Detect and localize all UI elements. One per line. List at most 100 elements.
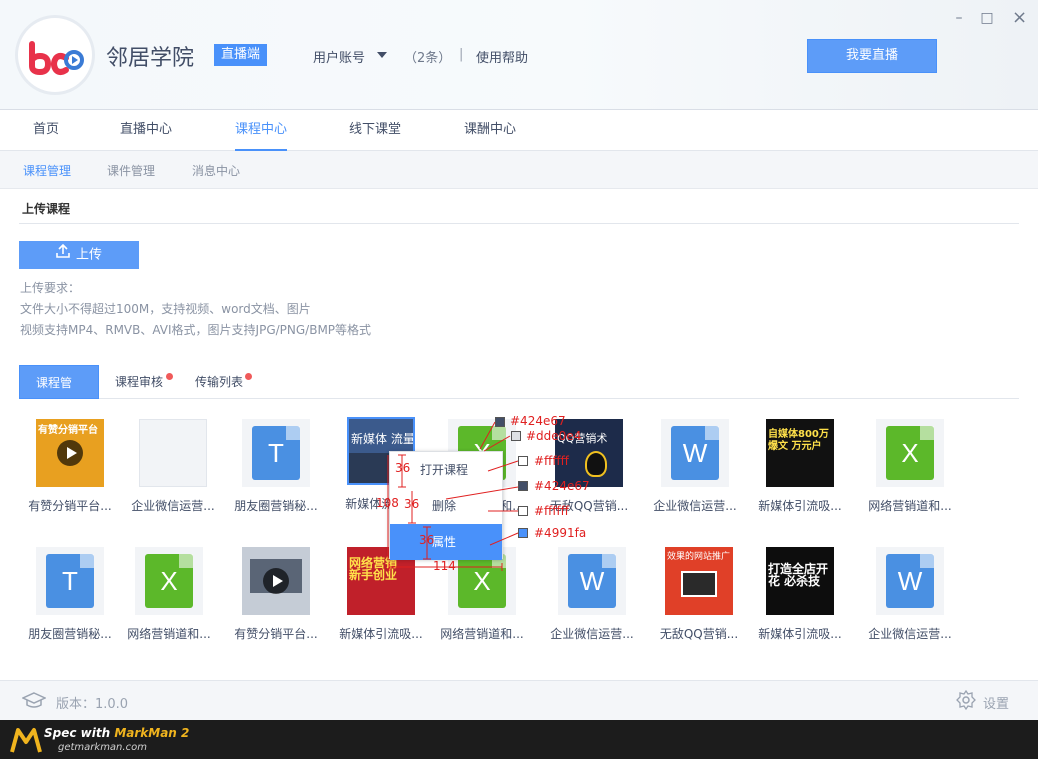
- thumbnail-caption: 效果的网站推广: [667, 552, 731, 562]
- markman-banner: Spec with MarkMan 2 getmarkman.com: [0, 720, 1038, 759]
- requirements-formats: 视频支持MP4、RMVB、AVI格式，图片支持JPG/PNG/BMP等格式: [20, 323, 372, 337]
- notification-dot: [166, 373, 173, 380]
- excel-thumbnail: X: [876, 419, 944, 487]
- annotation-color: #424e67: [510, 414, 566, 428]
- text-file-thumbnail: T: [242, 419, 310, 487]
- header: 邻居学院 直播端 用户账号 （2条） | 使用帮助 我要直播 – □ ×: [0, 0, 1038, 110]
- annotation-dimension: 36: [404, 497, 420, 511]
- play-icon: [263, 568, 289, 594]
- help-link[interactable]: 使用帮助: [476, 47, 528, 66]
- color-swatch: [518, 506, 528, 516]
- nav-live-center[interactable]: 直播中心: [120, 111, 172, 151]
- word-thumbnail: W: [558, 547, 626, 615]
- color-swatch: [495, 417, 505, 427]
- go-live-button[interactable]: 我要直播: [807, 39, 937, 73]
- annotation-color: #ffffff: [534, 454, 569, 468]
- version-label: 版本：1.0.0: [56, 697, 129, 712]
- subnav-course-management[interactable]: 课程管理: [23, 162, 71, 179]
- notification-dot: [245, 373, 252, 380]
- nav-payment-center[interactable]: 课酬中心: [464, 111, 516, 151]
- color-swatch: [518, 481, 528, 491]
- subnav-courseware-management[interactable]: 课件管理: [107, 162, 155, 179]
- header-separator: |: [459, 47, 464, 62]
- app-window: 邻居学院 直播端 用户账号 （2条） | 使用帮助 我要直播 – □ × 首页 …: [0, 0, 1038, 720]
- requirements-heading: 上传要求：: [20, 281, 81, 295]
- annotation-color: #4991fa: [534, 526, 587, 540]
- divider: [19, 223, 1019, 224]
- color-swatch: [518, 528, 528, 538]
- image-thumbnail: 自媒体800万 爆文 万元户: [766, 419, 834, 487]
- text-doc-icon: T: [46, 554, 94, 608]
- file-name: 无敌QQ营销...: [659, 627, 739, 641]
- app-logo: [18, 18, 92, 92]
- file-name: 企业微信运营...: [868, 627, 952, 641]
- annotation-color: #dde0e4: [526, 429, 582, 443]
- graduation-cap-icon: [21, 691, 47, 714]
- word-icon: W: [886, 554, 934, 608]
- upload-button[interactable]: 上传: [19, 241, 139, 269]
- thumbnail-caption: 有赞分销平台: [38, 425, 98, 436]
- nav-course-center[interactable]: 课程中心: [235, 111, 288, 151]
- color-swatch: [518, 456, 528, 466]
- sub-nav: 课程管理 课件管理 消息中心: [0, 151, 1038, 189]
- video-thumbnail: [242, 547, 310, 615]
- markman-logo-icon: [10, 726, 42, 757]
- annotation-dimension: 36: [419, 533, 435, 547]
- blank-thumbnail: [139, 419, 207, 487]
- main-nav: 首页 直播中心 课程中心 线下课堂 课酬中心: [0, 111, 1038, 151]
- nav-home[interactable]: 首页: [33, 111, 59, 151]
- nav-offline-class[interactable]: 线下课堂: [349, 111, 401, 151]
- account-menu[interactable]: 用户账号: [313, 47, 365, 66]
- annotation-dimension: 36: [395, 461, 411, 475]
- subnav-message-center[interactable]: 消息中心: [192, 162, 240, 179]
- file-name: 朋友圈营销秘...: [28, 627, 112, 641]
- file-name: 有赞分销平台...: [28, 499, 112, 513]
- upload-section-title: 上传课程: [22, 202, 71, 216]
- file-name: 企业微信运营...: [653, 499, 737, 513]
- file-name: 有赞分销平台...: [234, 627, 318, 641]
- annotation-dimension: 108: [376, 496, 399, 510]
- file-name: 网络营销道和...: [440, 627, 524, 641]
- app-name: 邻居学院: [106, 46, 195, 71]
- video-thumbnail: 有赞分销平台: [36, 419, 104, 487]
- gear-icon[interactable]: [956, 689, 976, 713]
- markman-product: MarkMan 2: [114, 726, 190, 740]
- word-thumbnail: W: [661, 419, 729, 487]
- image-thumbnail: 效果的网站推广: [665, 547, 733, 615]
- file-name: 网络营销道和...: [127, 627, 211, 641]
- maximize-icon[interactable]: □: [980, 11, 994, 25]
- close-icon[interactable]: ×: [1012, 9, 1027, 27]
- tab-course-review[interactable]: 课程审核: [99, 365, 179, 399]
- minimize-icon[interactable]: –: [952, 11, 966, 25]
- tab-course-management[interactable]: 课程管理: [19, 365, 99, 424]
- word-thumbnail: W: [876, 547, 944, 615]
- chevron-down-icon[interactable]: [377, 52, 387, 58]
- course-tabs: 课程管理 课程审核 传输列表: [19, 365, 1019, 424]
- file-name: 朋友圈营销秘...: [234, 499, 318, 513]
- message-count[interactable]: （2条）: [404, 47, 451, 66]
- excel-thumbnail: X: [135, 547, 203, 615]
- upload-icon: [56, 241, 70, 269]
- play-icon: [57, 440, 83, 466]
- file-name: 网络营销道和...: [868, 499, 952, 513]
- thumbnail-caption: 打造全店开花 必杀技: [768, 562, 829, 588]
- footer: 版本：1.0.0 设置: [0, 680, 1038, 720]
- markman-text: Spec with: [44, 726, 115, 740]
- file-name: 新媒体引流吸...: [758, 627, 842, 641]
- file-name: 新媒体引流吸...: [758, 499, 842, 513]
- excel-icon: X: [886, 426, 934, 480]
- image-thumbnail: 打造全店开花 必杀技: [766, 547, 834, 615]
- requirements-size: 文件大小不得超过100M，支持视频、word文档、图片: [20, 302, 311, 316]
- tab-transfer-list[interactable]: 传输列表: [179, 365, 259, 399]
- markman-url: getmarkman.com: [58, 742, 147, 753]
- annotation-dimension: 114: [433, 559, 456, 573]
- file-name: 企业微信运营...: [550, 627, 634, 641]
- app-badge: 直播端: [214, 44, 268, 66]
- text-file-thumbnail: T: [36, 547, 104, 615]
- file-name: 企业微信运营...: [131, 499, 215, 513]
- thumbnail-caption: 自媒体800万 爆文 万元户: [768, 429, 829, 452]
- settings-button[interactable]: 设置: [983, 693, 1009, 712]
- color-swatch: [511, 431, 521, 441]
- annotation-color: #ffffff: [534, 504, 569, 518]
- text-doc-icon: T: [252, 426, 300, 480]
